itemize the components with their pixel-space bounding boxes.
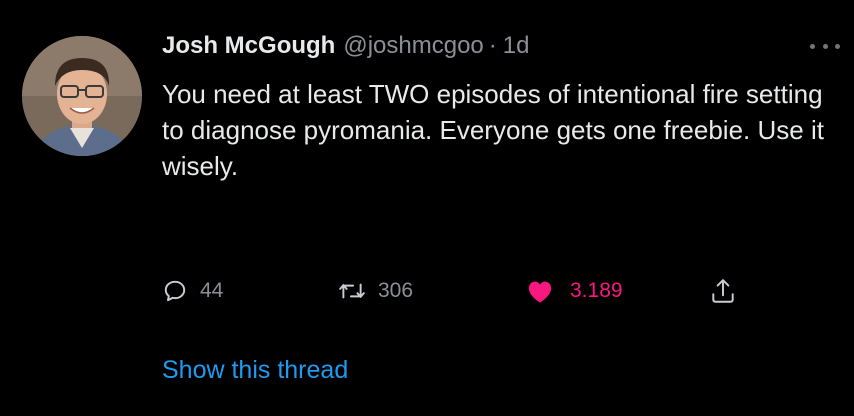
avatar-image bbox=[22, 36, 142, 156]
reply-count: 44 bbox=[200, 279, 224, 302]
more-horizontal-icon[interactable] bbox=[810, 36, 840, 56]
like-count: 3.189 bbox=[570, 279, 623, 302]
retweet-count: 306 bbox=[378, 279, 414, 302]
reply-button[interactable]: 44 bbox=[162, 274, 223, 308]
tweet-text: You need at least TWO episodes of intent… bbox=[162, 79, 824, 181]
share-button[interactable] bbox=[710, 274, 736, 308]
heart-icon bbox=[526, 278, 554, 304]
tweet-timestamp[interactable]: 1d bbox=[503, 32, 530, 60]
author-display-name[interactable]: Josh McGough bbox=[162, 32, 335, 60]
retweet-icon bbox=[338, 278, 366, 304]
tweet-actions: 44 306 3.189 bbox=[162, 274, 762, 308]
avatar[interactable] bbox=[22, 36, 142, 156]
share-icon bbox=[710, 277, 736, 305]
like-button[interactable]: 3.189 bbox=[526, 274, 623, 308]
header-separator: · bbox=[488, 32, 497, 59]
retweet-button[interactable]: 306 bbox=[338, 274, 413, 308]
more-dot bbox=[810, 43, 815, 49]
reply-bubble-icon bbox=[162, 278, 188, 304]
show-thread-link[interactable]: Show this thread bbox=[162, 356, 348, 385]
more-dot bbox=[822, 43, 828, 49]
more-dot bbox=[835, 43, 840, 49]
tweet-header: Josh McGough @joshmcgoo · 1d bbox=[162, 32, 529, 64]
tweet[interactable]: Josh McGough @joshmcgoo · 1d You need at… bbox=[0, 0, 854, 416]
author-handle[interactable]: @joshmcgoo bbox=[343, 32, 483, 60]
